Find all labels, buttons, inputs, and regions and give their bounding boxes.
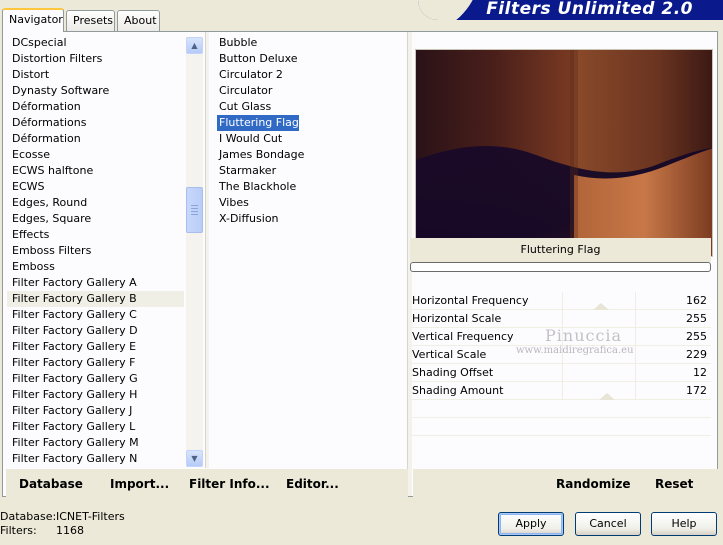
tab-presets[interactable]: Presets [66, 10, 115, 31]
filters-count-label: Filters: [0, 524, 37, 537]
watermark-url: www.maidiregrafica.eu [516, 345, 634, 356]
category-item[interactable]: Dynasty Software [7, 83, 184, 99]
category-item[interactable]: Filter Factory Gallery E [7, 339, 184, 355]
parameter-list: Horizontal Frequency 162 Horizontal Scale 2… [410, 292, 711, 436]
category-item[interactable]: Filter Factory Gallery C [7, 307, 184, 323]
filter-item[interactable]: Fluttering Flag [217, 115, 299, 131]
category-item[interactable]: Edges, Square [7, 211, 184, 227]
database-button[interactable]: Database [19, 477, 83, 491]
parameter-label: Vertical Frequency [412, 330, 514, 343]
parameter-label: Shading Amount [412, 384, 504, 397]
tab-about[interactable]: About [117, 10, 160, 31]
parameter-slider[interactable] [562, 382, 636, 400]
category-item[interactable]: Déformations [7, 115, 184, 131]
parameter-label: Shading Offset [412, 366, 494, 379]
filter-item[interactable]: Starmaker [217, 163, 276, 179]
left-toolbar: Database Import... Filter Info... Editor… [6, 469, 408, 497]
scroll-thumb[interactable] [186, 187, 203, 233]
app-title: Filters Unlimited 2.0 [486, 0, 693, 19]
category-item[interactable]: Filter Factory Gallery M [7, 435, 184, 451]
parameter-slider[interactable] [562, 310, 636, 327]
slider-thumb[interactable] [593, 303, 609, 310]
filter-item[interactable]: Circulator 2 [217, 67, 283, 83]
category-item[interactable]: Distort [7, 67, 184, 83]
cancel-button[interactable]: Cancel [575, 512, 641, 536]
filter-item[interactable]: Bubble [217, 35, 257, 51]
category-item[interactable]: DCspecial [7, 35, 184, 51]
filter-item[interactable]: James Bondage [217, 147, 304, 163]
status-info: Database: ICNET-Filters Filters: 1168 [0, 510, 125, 538]
category-item[interactable]: Effects [7, 227, 184, 243]
filter-list[interactable]: Bubble Button Deluxe Circulator 2 Circulato… [217, 35, 407, 235]
category-item[interactable]: Filter Factory Gallery B [7, 291, 184, 307]
category-item[interactable]: Filter Factory Gallery G [7, 371, 184, 387]
parameter-label: Horizontal Scale [412, 312, 502, 325]
category-item[interactable]: Filter Factory Gallery L [7, 419, 184, 435]
scroll-up-button[interactable]: ▲ [186, 37, 203, 54]
parameter-row: Horizontal Frequency 162 [410, 292, 711, 310]
category-item[interactable]: Edges, Round [7, 195, 184, 211]
parameter-value: 12 [693, 366, 707, 379]
category-item[interactable]: Emboss Filters [7, 243, 184, 259]
right-toolbar: Randomize Reset [413, 469, 718, 497]
parameter-label: Horizontal Frequency [412, 294, 529, 307]
category-item[interactable]: Emboss [7, 259, 184, 275]
category-item[interactable]: Déformation [7, 99, 184, 115]
filter-item[interactable]: Circulator [217, 83, 272, 99]
category-item[interactable]: Ecosse [7, 147, 184, 163]
tab-navigator[interactable]: Navigator [2, 8, 64, 32]
category-item[interactable]: Filter Factory Gallery A [7, 275, 184, 291]
filter-info-button[interactable]: Filter Info... [189, 477, 270, 491]
filter-item[interactable]: Vibes [217, 195, 249, 211]
parameter-value: 255 [686, 312, 707, 325]
slider-thumb[interactable] [599, 393, 615, 400]
filter-item[interactable]: Button Deluxe [217, 51, 298, 67]
filter-item[interactable]: I Would Cut [217, 131, 282, 147]
category-item[interactable]: Filter Factory Gallery D [7, 323, 184, 339]
filter-item[interactable]: The Blackhole [217, 179, 296, 195]
database-value: ICNET-Filters [56, 510, 125, 523]
filter-item[interactable]: Cut Glass [217, 99, 271, 115]
category-item[interactable]: ECWS halftone [7, 163, 184, 179]
editor-button[interactable]: Editor... [286, 477, 339, 491]
reset-button[interactable]: Reset [655, 477, 693, 491]
parameter-value: 255 [686, 330, 707, 343]
parameter-row: Shading Offset 12 [410, 364, 711, 382]
scroll-down-button[interactable]: ▼ [186, 450, 203, 467]
import-button[interactable]: Import... [110, 477, 169, 491]
parameter-row: Shading Amount 172 [410, 382, 711, 400]
category-item[interactable]: Filter Factory Gallery J [7, 403, 184, 419]
filters-count-value: 1168 [56, 524, 84, 537]
randomize-button[interactable]: Randomize [556, 477, 630, 491]
category-item[interactable]: Déformation [7, 131, 184, 147]
parameter-slider[interactable] [562, 364, 636, 381]
database-label: Database: [0, 510, 57, 523]
parameter-label: Vertical Scale [412, 348, 487, 361]
category-item[interactable]: Distortion Filters [7, 51, 184, 67]
category-item[interactable]: Filter Factory Gallery F [7, 355, 184, 371]
category-item[interactable]: Filter Factory Gallery N [7, 451, 184, 467]
category-scrollbar[interactable]: ▲ ▼ [186, 37, 203, 467]
watermark-name: Pinuccia [545, 326, 623, 345]
parameter-row-empty [410, 400, 711, 418]
help-button[interactable]: Help [651, 512, 717, 536]
parameter-row-empty [410, 418, 711, 436]
progress-bar [410, 262, 711, 272]
filter-item[interactable]: X-Diffusion [217, 211, 279, 227]
parameter-value: 162 [686, 294, 707, 307]
parameter-slider[interactable] [562, 292, 636, 310]
category-list[interactable]: DCspecial Distortion Filters Distort Dynast… [7, 35, 184, 468]
preview-image [415, 49, 713, 257]
category-item[interactable]: Filter Factory Gallery H [7, 387, 184, 403]
category-item[interactable]: ECWS [7, 179, 184, 195]
apply-button[interactable]: Apply [498, 512, 564, 536]
current-filter-name: Fluttering Flag [410, 238, 711, 262]
splitter[interactable] [205, 32, 209, 468]
parameter-value: 172 [686, 384, 707, 397]
parameter-value: 229 [686, 348, 707, 361]
app-banner: Filters Unlimited 2.0 [418, 0, 723, 20]
